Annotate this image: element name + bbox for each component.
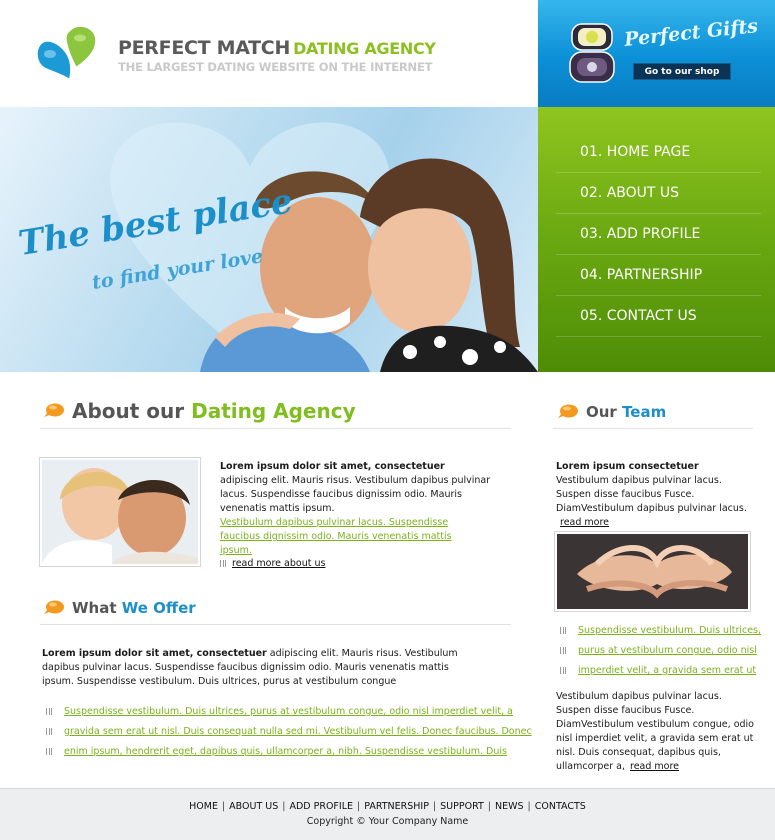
speech-bubble-icon — [44, 600, 64, 614]
footer-links: HOME | ABOUT US | ADD PROFILE | PARTNERSHIP | SU… — [189, 801, 586, 812]
brand-tagline: THE LARGEST DATING WEBSITE ON THE INTERN… — [118, 60, 433, 74]
team-link-3[interactable]: imperdiet velit, a gravida sem erat ut — [578, 665, 756, 676]
team-text-bold: Lorem ipsum consectetuer — [556, 461, 699, 472]
bullet-icon — [46, 748, 52, 755]
about-text-bold: Lorem ipsum dolor sit amet, consectetuer — [220, 461, 445, 472]
offer-link-row: enim ipsum, hendrerit eget, dapibus quis… — [46, 745, 507, 759]
about-heading: About our Dating Agency — [72, 399, 356, 423]
gifts-title: Perfect Gifts — [623, 15, 759, 51]
read-more-about-row: read more about us — [220, 557, 325, 571]
footer-link-add-profile[interactable]: ADD PROFILE — [289, 801, 353, 812]
brand-title: PERFECT MATCH DATING AGENCY — [118, 37, 436, 59]
bullet-icon — [560, 667, 566, 674]
header: PERFECT MATCH DATING AGENCY THE LARGEST D… — [0, 0, 538, 107]
team-text-2: Vestibulum dapibus pulvinar lacus. Suspe… — [556, 690, 754, 774]
footer-link-support[interactable]: SUPPORT — [440, 801, 484, 812]
copyright: Copyright © Your Company Name — [306, 816, 469, 827]
footer-link-home[interactable]: HOME — [189, 801, 218, 812]
hearts-logo-icon[interactable] — [30, 24, 102, 84]
offer-heading-a: What — [72, 599, 117, 617]
offer-link-3[interactable]: enim ipsum, hendrerit eget, dapibus quis… — [64, 746, 507, 757]
about-link[interactable]: Vestibulum dapibus pulvinar lacus. Suspe… — [220, 517, 452, 556]
hero-banner: The best place to find your love — [0, 107, 538, 372]
about-heading-a: About our — [72, 399, 185, 423]
offer-link-row: Suspendisse vestibulum. Duis ultrices, p… — [46, 705, 513, 719]
footer-link-contacts[interactable]: CONTACTS — [535, 801, 586, 812]
offer-heading: What We Offer — [72, 599, 196, 617]
ring-box-icon — [569, 23, 615, 83]
brand-accent: DATING AGENCY — [293, 39, 436, 58]
offer-link-row: gravida sem erat ut nisl. Duis consequat… — [46, 725, 532, 739]
team-text-body: Vestibulum dapibus pulvinar lacus. Suspe… — [556, 475, 747, 514]
perfect-gifts-banner[interactable]: Perfect Gifts Go to our shop — [538, 0, 775, 107]
bullet-icon — [560, 647, 566, 654]
go-to-shop-button[interactable]: Go to our shop — [633, 63, 731, 80]
divider — [553, 428, 753, 429]
team-link-row: Suspendisse vestibulum. Duis ultrices, — [560, 624, 761, 638]
team-text: Lorem ipsum consectetuer Vestibulum dapi… — [556, 460, 751, 530]
team-read-more-link-2[interactable]: read more — [630, 761, 679, 772]
about-link-block: Vestibulum dapibus pulvinar lacus. Suspe… — [220, 516, 485, 558]
team-link-row: imperdiet velit, a gravida sem erat ut — [560, 664, 756, 678]
bullet-icon — [46, 708, 52, 715]
read-more-about-link[interactable]: read more about us — [232, 558, 325, 569]
nav-add-profile[interactable]: 03. ADD PROFILE — [556, 214, 761, 255]
couple-photo-image — [42, 460, 198, 564]
offer-text: Lorem ipsum dolor sit amet, consectetuer… — [42, 647, 482, 689]
team-heading-b: Team — [622, 403, 667, 421]
team-link-2[interactable]: purus at vestibulum congue, odio nisl — [578, 645, 757, 656]
footer: HOME | ABOUT US | ADD PROFILE | PARTNERSHIP | SU… — [0, 788, 775, 840]
bullet-icon — [46, 728, 52, 735]
main-nav: 01. HOME PAGE 02. ABOUT US 03. ADD PROFI… — [538, 107, 775, 372]
team-heading-a: Our — [586, 403, 617, 421]
speech-bubble-icon — [44, 403, 64, 417]
team-photo — [554, 531, 751, 612]
nav-contact[interactable]: 05. CONTACT US — [556, 296, 761, 337]
team-text-2-body: Vestibulum dapibus pulvinar lacus. Suspe… — [556, 691, 754, 772]
footer-link-news[interactable]: NEWS — [495, 801, 524, 812]
team-read-more-link[interactable]: read more — [560, 517, 609, 528]
about-heading-b: Dating Agency — [191, 399, 356, 423]
team-heading: Our Team — [586, 403, 666, 421]
brand-main: PERFECT MATCH — [118, 37, 291, 59]
nav-about[interactable]: 02. ABOUT US — [556, 173, 761, 214]
team-link-1[interactable]: Suspendisse vestibulum. Duis ultrices, — [578, 625, 761, 636]
offer-heading-b: We Offer — [121, 599, 196, 617]
divider — [40, 428, 511, 429]
speech-bubble-icon — [558, 404, 578, 418]
footer-link-about[interactable]: ABOUT US — [229, 801, 278, 812]
bullet-icon — [560, 627, 566, 634]
about-photo — [39, 457, 201, 567]
team-link-row: purus at vestibulum congue, odio nisl — [560, 644, 757, 658]
about-text: Lorem ipsum dolor sit amet, consectetuer… — [220, 460, 495, 516]
nav-home[interactable]: 01. HOME PAGE — [556, 132, 761, 173]
bullet-icon — [220, 560, 226, 567]
offer-link-2[interactable]: gravida sem erat ut nisl. Duis consequat… — [64, 726, 532, 737]
divider — [40, 624, 511, 625]
offer-link-1[interactable]: Suspendisse vestibulum. Duis ultrices, p… — [64, 706, 513, 717]
offer-text-bold: Lorem ipsum dolor sit amet, consectetuer — [42, 648, 267, 659]
nav-partnership[interactable]: 04. PARTNERSHIP — [556, 255, 761, 296]
footer-link-partnership[interactable]: PARTNERSHIP — [364, 801, 429, 812]
hands-photo-image — [557, 534, 748, 609]
about-text-body: adipiscing elit. Mauris risus. Vestibulu… — [220, 475, 491, 514]
